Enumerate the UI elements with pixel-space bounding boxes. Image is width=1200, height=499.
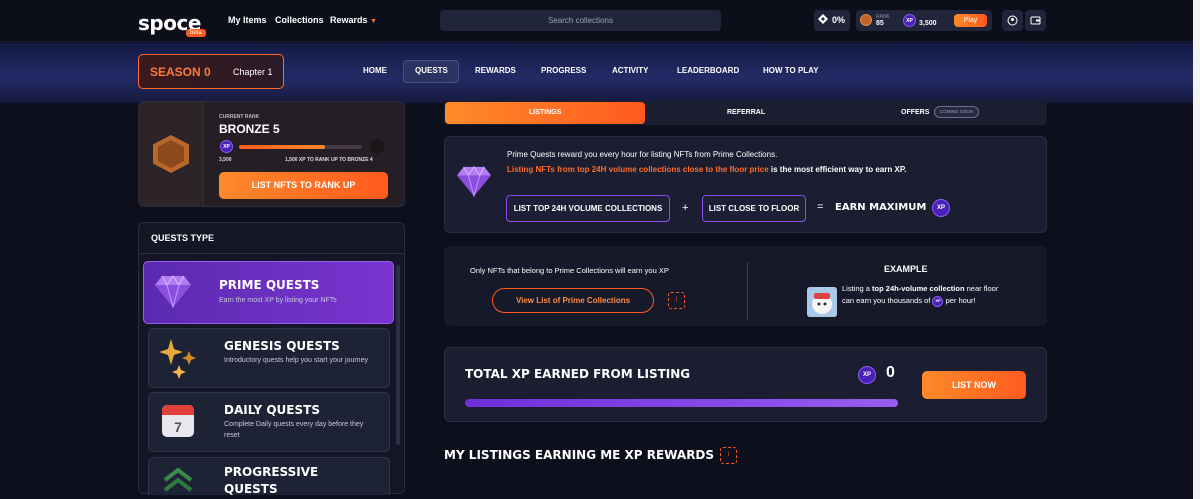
user-icon: [1007, 15, 1018, 26]
list-now-button[interactable]: LIST NOW: [922, 371, 1026, 399]
wallet-icon: [1030, 16, 1041, 25]
example-text-a: Listing a: [842, 284, 873, 293]
xp-icon: XP: [903, 14, 916, 27]
xp-icon: XP: [220, 140, 233, 153]
total-xp-progress-bar: [465, 399, 898, 407]
tab-quests[interactable]: QUESTS: [415, 66, 448, 75]
current-rank-label: CURRENT RANK: [219, 114, 260, 120]
sparkles-icon: [159, 339, 196, 379]
calendar-icon: 7: [162, 405, 194, 437]
quest-desc: Introductory quests help you start your …: [224, 357, 368, 364]
nav-rewards-label: Rewards: [330, 15, 368, 25]
tab-progress[interactable]: PROGRESS: [541, 66, 586, 75]
divider: [747, 262, 748, 320]
rank-progress-bar: [239, 145, 362, 149]
quest-card-progressive[interactable]: PROGRESSIVE QUESTS: [148, 457, 390, 496]
subtab-offers[interactable]: OFFERS: [901, 109, 929, 116]
calendar-day: 7: [174, 419, 182, 435]
subtab-referral[interactable]: REFERRAL: [727, 109, 765, 116]
plus-sign: +: [682, 202, 689, 214]
beta-badge: beta: [186, 29, 206, 37]
current-rank-value: BRONZE 5: [219, 122, 280, 136]
nav-collections[interactable]: Collections: [275, 15, 324, 25]
chevrons-up-icon: [163, 467, 193, 492]
earn-maximum-text: EARN MAXIMUM: [835, 202, 927, 213]
rank-panel: CURRENT RANK BRONZE 5 XP 3,500 1,500 XP …: [138, 101, 405, 207]
example-text: Listing a top 24h-volume collection near…: [842, 283, 1007, 307]
rank-coin-icon: [860, 14, 872, 26]
chevron-down-icon: ▼: [370, 18, 377, 25]
season-chapter: Chapter 1: [233, 67, 273, 77]
tab-how-to-play[interactable]: HOW TO PLAY: [763, 66, 819, 75]
tab-leaderboard[interactable]: LEADERBOARD: [677, 66, 739, 75]
next-rank-hexagon-icon: [370, 139, 384, 154]
season-title: SEASON 0: [150, 65, 211, 79]
quest-desc: Earn the most XP by listing your NFTs: [219, 297, 337, 304]
rank-value: 85: [876, 20, 884, 27]
my-listings-title: MY LISTINGS EARNING ME XP REWARDS: [444, 448, 715, 462]
wallet-button[interactable]: [1025, 10, 1046, 31]
total-xp-title: TOTAL XP EARNED FROM LISTING: [465, 367, 691, 381]
xp-icon: XP: [858, 366, 876, 384]
diamond-icon: [818, 14, 828, 24]
list-close-floor-pill: LIST CLOSE TO FLOOR: [702, 195, 806, 222]
tab-rewards[interactable]: REWARDS: [475, 66, 516, 75]
xp-icon: XP: [932, 199, 950, 217]
subtab-listings[interactable]: LISTINGS: [529, 109, 561, 116]
example-text-c: per hour!: [943, 296, 976, 305]
quest-card-genesis[interactable]: GENESIS QUESTS Introductory quests help …: [148, 328, 390, 388]
xp-value: 3,500: [919, 20, 937, 27]
play-button[interactable]: Play: [954, 14, 987, 27]
profile-button[interactable]: [1002, 10, 1023, 31]
quests-type-title: QUESTS TYPE: [151, 233, 215, 243]
quests-type-panel: QUESTS TYPE PRIME QUESTS Earn the most X…: [138, 222, 405, 496]
quest-card-daily[interactable]: 7 DAILY QUESTS Complete Daily quests eve…: [148, 392, 390, 452]
divider: [139, 253, 404, 254]
tab-activity[interactable]: ACTIVITY: [612, 66, 648, 75]
quest-title: GENESIS QUESTS: [224, 339, 340, 353]
xp-to-next-rank: 1,500 XP TO RANK UP TO BRONZE 4: [285, 157, 373, 163]
quest-title: PRIME QUESTS: [219, 278, 320, 292]
xp-icon: XP: [932, 295, 944, 307]
quest-desc: Complete Daily quests every day before t…: [224, 421, 364, 439]
prime-info-highlight: Listing NFTs from top 24H volume collect…: [507, 165, 769, 174]
view-prime-collections-button[interactable]: View List of Prime Collections: [492, 288, 654, 313]
list-nfts-rank-up-button[interactable]: LIST NFTS TO RANK UP: [219, 172, 388, 199]
collection-avatar: [807, 287, 837, 317]
amethyst-gem-icon: [457, 166, 491, 197]
points-percent: 0%: [832, 15, 846, 25]
example-title: EXAMPLE: [884, 264, 928, 274]
nav-rewards[interactable]: Rewards ▼: [330, 15, 377, 25]
info-icon[interactable]: i: [668, 292, 685, 309]
season-badge: SEASON 0 Chapter 1: [138, 54, 284, 89]
quests-scrollbar[interactable]: [396, 265, 400, 445]
info-icon[interactable]: i: [720, 447, 737, 464]
top-bar: spoce beta My Items Collections Rewards …: [0, 0, 1193, 42]
amethyst-gem-icon: [155, 275, 191, 308]
quest-card-prime[interactable]: PRIME QUESTS Earn the most XP by listing…: [143, 261, 394, 324]
total-xp-value: 0: [886, 364, 895, 381]
quest-title: DAILY QUESTS: [224, 403, 320, 417]
cartoon-avatar-icon: [807, 287, 837, 317]
prime-info-line1: Prime Quests reward you every hour for l…: [507, 150, 778, 159]
example-text-bold: top 24h-volume collection: [872, 284, 965, 293]
xp-current: 3,500: [219, 157, 232, 163]
window-edge: [1193, 0, 1200, 499]
list-top-volume-pill: LIST TOP 24H VOLUME COLLECTIONS: [506, 195, 670, 222]
equals-sign: =: [817, 201, 824, 213]
prime-info-line2: Listing NFTs from top 24H volume collect…: [507, 165, 906, 174]
coming-soon-badge: COMING SOON: [934, 106, 980, 118]
tab-home[interactable]: HOME: [363, 66, 387, 75]
rank-progress-fill: [239, 145, 326, 149]
prime-only-note: Only NFTs that belong to Prime Collectio…: [470, 266, 669, 275]
rank-badge-box: [139, 102, 204, 206]
prime-info-rest: is the most efficient way to earn XP.: [768, 165, 907, 174]
quest-title: PROGRESSIVE QUESTS: [224, 465, 319, 497]
search-input[interactable]: Search collections: [440, 10, 721, 31]
nav-my-items[interactable]: My Items: [228, 15, 267, 25]
